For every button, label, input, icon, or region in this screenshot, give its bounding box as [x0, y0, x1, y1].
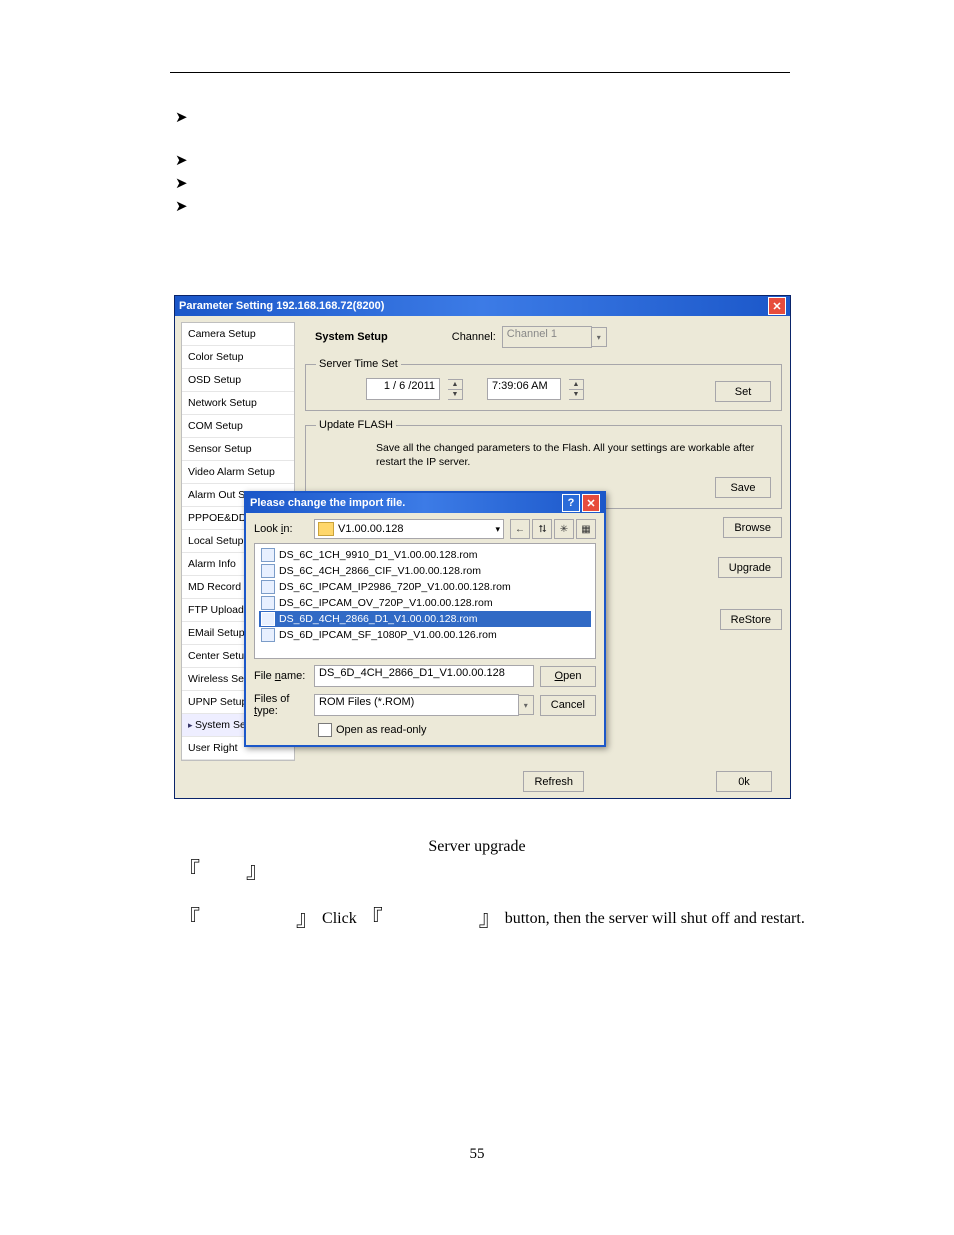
bullet-icon: ➤	[175, 197, 188, 216]
file-icon	[261, 596, 275, 610]
close-icon[interactable]: ✕	[582, 494, 600, 512]
channel-select[interactable]: Channel 1	[502, 326, 592, 348]
file-item[interactable]: DS_6C_IPCAM_IP2986_720P_V1.00.00.128.rom	[259, 579, 591, 595]
bullet-icon: ➤	[175, 108, 188, 127]
close-icon[interactable]: ✕	[768, 297, 786, 315]
file-icon	[261, 612, 275, 626]
horizontal-rule	[170, 72, 790, 73]
window-title: Parameter Setting 192.168.168.72(8200)	[179, 300, 384, 312]
lookin-combo[interactable]: V1.00.00.128 ▾	[314, 519, 504, 539]
chevron-down-icon[interactable]: ▾	[519, 695, 534, 715]
file-icon	[261, 628, 275, 642]
flash-legend: Update FLASH	[316, 419, 396, 431]
refresh-button[interactable]: Refresh	[523, 771, 584, 792]
file-list[interactable]: DS_6C_1CH_9910_D1_V1.00.00.128.rom DS_6C…	[254, 543, 596, 659]
restore-button[interactable]: ReStore	[720, 609, 782, 630]
views-icon[interactable]: ▦	[576, 519, 596, 539]
time-input[interactable]: 7:39:06 AM	[487, 378, 561, 400]
file-icon	[261, 580, 275, 594]
sidebar-item-color-setup[interactable]: Color Setup	[182, 346, 294, 369]
checkbox-icon[interactable]	[318, 723, 332, 737]
cancel-button[interactable]: Cancel	[540, 695, 596, 716]
file-item-selected[interactable]: DS_6D_4CH_2866_D1_V1.00.00.128.rom	[259, 611, 591, 627]
filetype-select[interactable]: ROM Files (*.ROM)	[314, 694, 519, 716]
body-text-line1: 『』	[178, 862, 268, 880]
window-titlebar[interactable]: Parameter Setting 192.168.168.72(8200) ✕	[175, 296, 790, 316]
sidebar-item-network-setup[interactable]: Network Setup	[182, 392, 294, 415]
bullet-icon: ➤	[175, 174, 188, 193]
server-time-legend: Server Time Set	[316, 358, 401, 370]
sidebar-item-sensor-setup[interactable]: Sensor Setup	[182, 438, 294, 461]
filetype-label: Files of type:	[254, 693, 308, 717]
file-item[interactable]: DS_6C_IPCAM_OV_720P_V1.00.00.128.rom	[259, 595, 591, 611]
filename-label: File name:	[254, 670, 308, 682]
open-button[interactable]: Open	[540, 666, 596, 687]
sidebar-item-osd-setup[interactable]: OSD Setup	[182, 369, 294, 392]
ok-button[interactable]: 0k	[716, 771, 772, 792]
dialog-titlebar[interactable]: Please change the import file. ? ✕	[246, 493, 604, 513]
file-item[interactable]: DS_6C_4CH_2866_CIF_V1.00.00.128.rom	[259, 563, 591, 579]
file-open-dialog: Please change the import file. ? ✕ Look …	[244, 491, 606, 747]
bullet-list: ➤ ➤ ➤ ➤	[175, 108, 188, 220]
bullet-icon: ➤	[175, 151, 188, 170]
server-time-set-group: Server Time Set 1 / 6 /2011 ▲▼ 7:39:06 A…	[305, 358, 782, 411]
flash-description: Save all the changed parameters to the F…	[376, 441, 771, 469]
save-button[interactable]: Save	[715, 477, 771, 498]
file-item[interactable]: DS_6C_1CH_9910_D1_V1.00.00.128.rom	[259, 547, 591, 563]
section-title: System Setup	[315, 331, 388, 343]
folder-icon	[318, 522, 334, 536]
chevron-down-icon[interactable]: ▾	[592, 327, 607, 347]
date-spinner[interactable]: ▲▼	[448, 379, 463, 400]
set-button[interactable]: Set	[715, 381, 771, 402]
dialog-title: Please change the import file.	[250, 497, 405, 509]
browse-button[interactable]: Browse	[723, 517, 782, 538]
figure-caption: Server upgrade	[0, 838, 954, 856]
body-text-line2: 『』 Click 『』 button, then the server will…	[178, 910, 805, 928]
sidebar-item-video-alarm-setup[interactable]: Video Alarm Setup	[182, 461, 294, 484]
chevron-down-icon[interactable]: ▾	[495, 524, 500, 535]
file-icon	[261, 548, 275, 562]
back-icon[interactable]: ←	[510, 519, 530, 539]
up-icon[interactable]: ⮁	[532, 519, 552, 539]
help-icon[interactable]: ?	[562, 494, 580, 512]
readonly-label: Open as read-only	[336, 724, 427, 736]
lookin-value: V1.00.00.128	[338, 523, 403, 535]
file-icon	[261, 564, 275, 578]
lookin-label: Look in:	[254, 523, 308, 535]
upgrade-button[interactable]: Upgrade	[718, 557, 782, 578]
sidebar-item-com-setup[interactable]: COM Setup	[182, 415, 294, 438]
filename-input[interactable]: DS_6D_4CH_2866_D1_V1.00.00.128	[314, 665, 534, 687]
file-item[interactable]: DS_6D_IPCAM_SF_1080P_V1.00.00.126.rom	[259, 627, 591, 643]
page-number: 55	[0, 1146, 954, 1163]
sidebar-item-camera-setup[interactable]: Camera Setup	[182, 323, 294, 346]
date-input[interactable]: 1 / 6 /2011	[366, 378, 440, 400]
time-spinner[interactable]: ▲▼	[569, 379, 584, 400]
readonly-checkbox-row[interactable]: Open as read-only	[318, 723, 596, 737]
new-folder-icon[interactable]: ✳	[554, 519, 574, 539]
channel-label: Channel:	[452, 331, 496, 343]
